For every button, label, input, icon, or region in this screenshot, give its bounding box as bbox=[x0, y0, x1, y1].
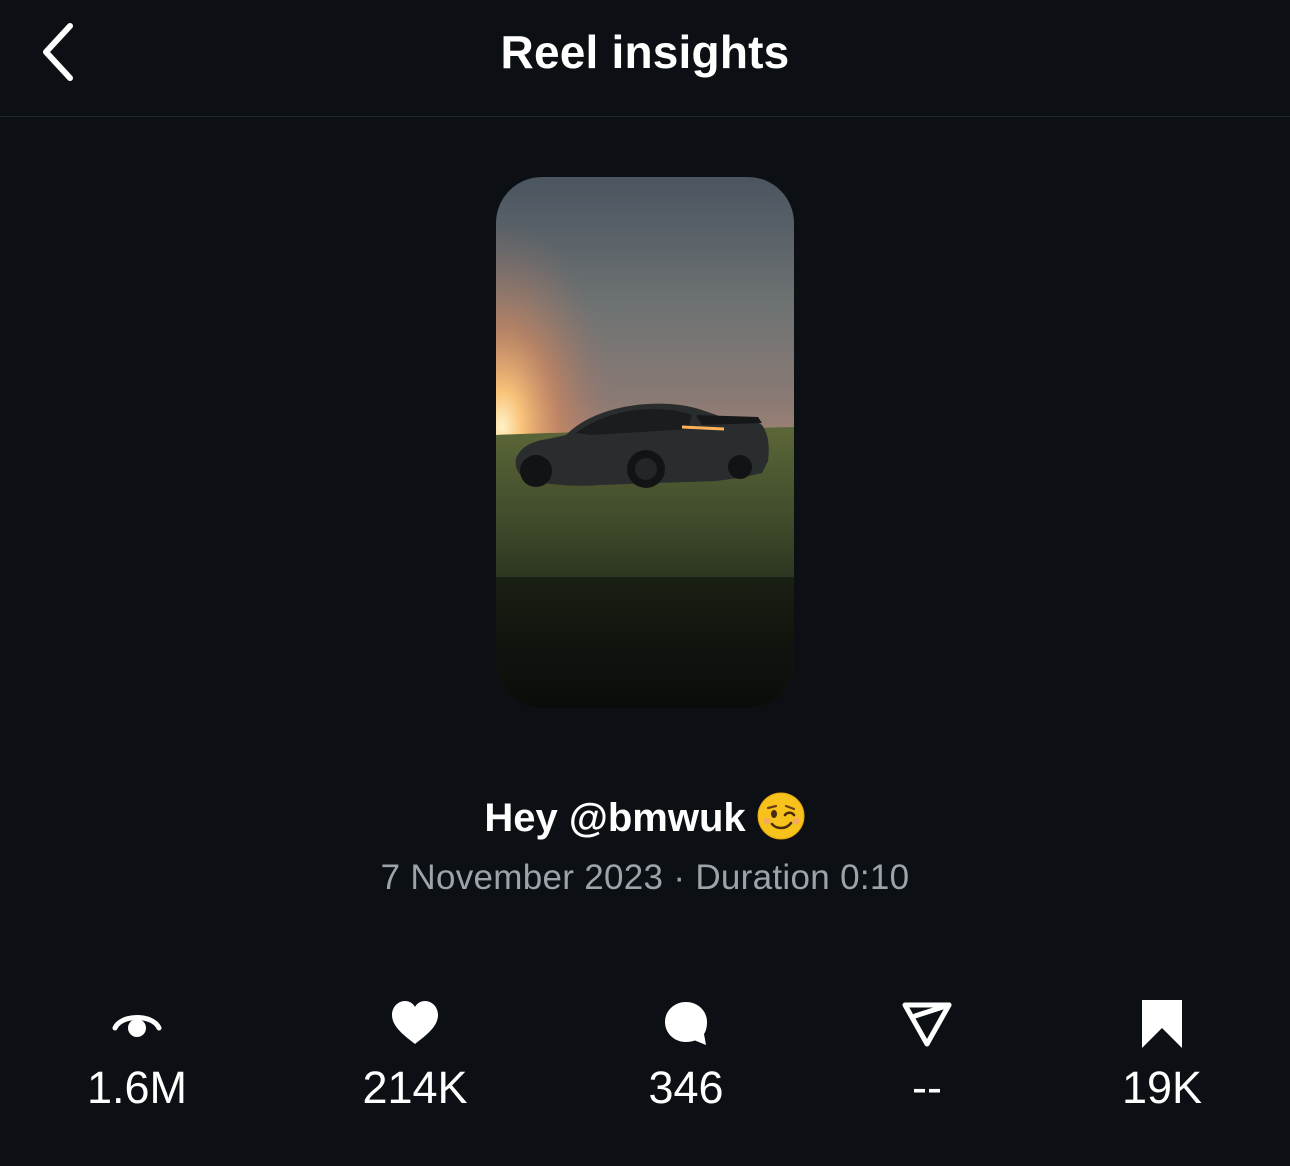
stat-comments[interactable]: 346 bbox=[586, 996, 786, 1116]
duration-label: Duration bbox=[695, 858, 831, 897]
stat-saves-value: 19K bbox=[1121, 1062, 1203, 1113]
share-icon bbox=[902, 1002, 952, 1047]
header: Reel insights bbox=[0, 0, 1290, 117]
stat-likes[interactable]: 214K bbox=[315, 996, 515, 1116]
winking-face-emoji bbox=[757, 792, 805, 840]
bookmark-icon bbox=[1142, 1000, 1182, 1048]
stat-comments-value: 346 bbox=[648, 1062, 724, 1113]
meta-separator: · bbox=[673, 858, 686, 897]
reel-date: 7 November 2023 bbox=[380, 858, 664, 897]
reel-caption: Hey @bmwuk bbox=[0, 790, 1290, 846]
stat-shares[interactable]: -- bbox=[827, 996, 1027, 1116]
caption-text: Hey @bmwuk bbox=[484, 796, 746, 840]
eye-icon bbox=[112, 1015, 162, 1037]
heart-icon bbox=[392, 1001, 438, 1044]
stat-views[interactable]: 1.6M bbox=[37, 996, 237, 1116]
reel-meta: 7 November 2023 · Duration 0:10 bbox=[0, 856, 1290, 900]
stat-shares-value: -- bbox=[912, 1062, 942, 1113]
stat-saves[interactable]: 19K bbox=[1062, 996, 1262, 1116]
stat-likes-value: 214K bbox=[362, 1062, 468, 1113]
page-title: Reel insights bbox=[500, 26, 790, 78]
reel-thumbnail-image bbox=[496, 177, 794, 708]
reel-duration: 0:10 bbox=[840, 858, 910, 897]
reel-thumbnail[interactable] bbox=[496, 177, 794, 708]
comment-icon bbox=[665, 1002, 707, 1045]
stat-views-value: 1.6M bbox=[86, 1062, 188, 1113]
